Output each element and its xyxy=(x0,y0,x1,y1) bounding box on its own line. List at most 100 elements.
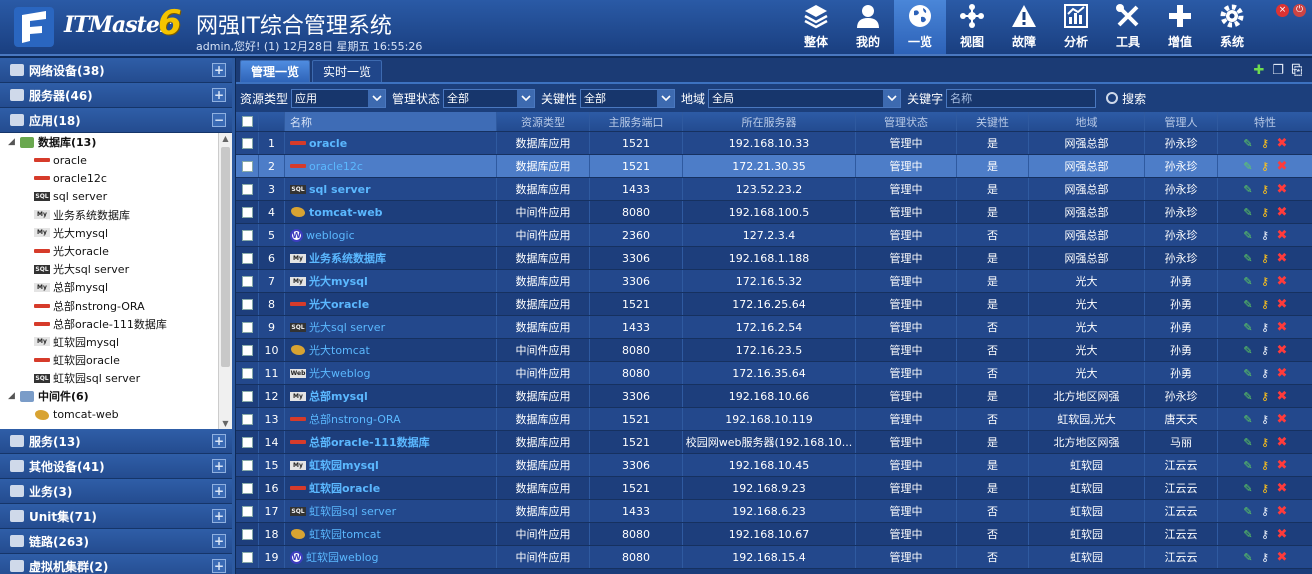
row-checkbox[interactable] xyxy=(236,155,259,177)
key-icon[interactable]: ⚷ xyxy=(1259,321,1271,334)
table-row[interactable]: 9 SQL 光大sql server 数据库应用 1433 172.16.2.54 管理中否… xyxy=(236,316,1312,339)
row-checkbox[interactable] xyxy=(236,362,259,384)
delete-icon[interactable]: ✖ xyxy=(1276,528,1288,541)
nav-system[interactable]: 系统 xyxy=(1206,0,1258,54)
resource-name-link[interactable]: 光大sql server xyxy=(309,319,385,335)
sidebar-category[interactable]: 业务(3) + xyxy=(0,479,232,504)
table-row[interactable]: 14 总部oracle-111数据库 数据库应用 1521 校园网web服务器(192.… xyxy=(236,431,1312,454)
key-icon[interactable]: ⚷ xyxy=(1259,390,1271,403)
key-icon[interactable]: ⚷ xyxy=(1259,206,1271,219)
table-row[interactable]: 17 SQL 虹软园sql server 数据库应用 1433 192.168.6.23 管… xyxy=(236,500,1312,523)
row-checkbox[interactable] xyxy=(236,201,259,223)
sidebar-category[interactable]: 链路(263) + xyxy=(0,529,232,554)
resource-name-cell[interactable]: 光大oracle xyxy=(285,293,497,315)
resource-name-link[interactable]: 总部mysql xyxy=(309,388,368,404)
key-icon[interactable]: ⚷ xyxy=(1259,436,1271,449)
sidebar-category[interactable]: 虚拟机集群(2) + xyxy=(0,554,232,574)
key-icon[interactable]: ⚷ xyxy=(1259,183,1271,196)
chevron-down-icon[interactable] xyxy=(883,89,901,107)
edit-icon[interactable]: ✎ xyxy=(1242,137,1254,150)
filter-status-select[interactable]: 全部 xyxy=(443,88,536,108)
chevron-down-icon[interactable] xyxy=(657,89,675,107)
resource-name-link[interactable]: 光大tomcat xyxy=(309,342,370,358)
delete-icon[interactable]: ✖ xyxy=(1276,436,1288,449)
scroll-up-icon[interactable]: ▲ xyxy=(221,134,230,143)
table-row[interactable]: 4 tomcat-web 中间件应用 8080 192.168.100.5 管理中是网强总… xyxy=(236,201,1312,224)
col-status-header[interactable]: 管理状态 xyxy=(856,112,957,131)
tab-realtime-overview[interactable]: 实时一览 xyxy=(312,60,383,82)
key-icon[interactable]: ⚷ xyxy=(1259,367,1271,380)
table-row[interactable]: 16 虹软园oracle 数据库应用 1521 192.168.9.23 管理中是虹软园江… xyxy=(236,477,1312,500)
nav-mine[interactable]: 我的 xyxy=(842,0,894,54)
tree-item[interactable]: 总部nstrong-ORA xyxy=(0,297,232,315)
expand-icon[interactable]: + xyxy=(212,434,226,448)
resource-name-link[interactable]: 总部nstrong-ORA xyxy=(309,411,401,427)
nav-analysis[interactable]: 分析 xyxy=(1050,0,1102,54)
table-row[interactable]: 8 光大oracle 数据库应用 1521 172.16.25.64 管理中是光大 孙勇 ✎ ⚷… xyxy=(236,293,1312,316)
tree-item[interactable]: My 总部mysql xyxy=(0,278,232,296)
edit-icon[interactable]: ✎ xyxy=(1242,482,1254,495)
row-checkbox[interactable] xyxy=(236,477,259,499)
filter-region-select[interactable]: 全局 xyxy=(708,88,902,108)
resource-name-cell[interactable]: My 虹软园mysql xyxy=(285,454,497,476)
sidebar-category-server[interactable]: 服务器(46) + xyxy=(0,83,232,108)
resource-name-link[interactable]: sql server xyxy=(309,183,371,196)
resource-name-cell[interactable]: 总部nstrong-ORA xyxy=(285,408,497,430)
resource-name-cell[interactable]: My 光大mysql xyxy=(285,270,497,292)
table-row[interactable]: 12 My 总部mysql 数据库应用 3306 192.168.10.66 管理中是北方地… xyxy=(236,385,1312,408)
delete-icon[interactable]: ✖ xyxy=(1276,505,1288,518)
delete-icon[interactable]: ✖ xyxy=(1276,206,1288,219)
edit-icon[interactable]: ✎ xyxy=(1242,229,1254,242)
edit-icon[interactable]: ✎ xyxy=(1242,390,1254,403)
resource-name-link[interactable]: weblogic xyxy=(306,229,355,242)
table-row[interactable]: 3 SQL sql server 数据库应用 1433 123.52.23.2 管理中是网强… xyxy=(236,178,1312,201)
col-name-header[interactable]: 名称 xyxy=(285,112,497,131)
resource-name-link[interactable]: 光大weblog xyxy=(309,365,371,381)
col-port-header[interactable]: 主服务端口 xyxy=(590,112,683,131)
delete-icon[interactable]: ✖ xyxy=(1276,367,1288,380)
tree-item[interactable]: 光大oracle xyxy=(0,242,232,260)
resource-name-link[interactable]: 总部oracle-111数据库 xyxy=(309,434,430,450)
expand-icon[interactable]: + xyxy=(212,484,226,498)
tree-item[interactable]: My 业务系统数据库 xyxy=(0,206,232,224)
col-server-header[interactable]: 所在服务器 xyxy=(683,112,856,131)
nav-overall[interactable]: 整体 xyxy=(790,0,842,54)
scroll-down-icon[interactable]: ▼ xyxy=(221,419,230,428)
tab-management-overview[interactable]: 管理一览 xyxy=(240,60,311,82)
table-row[interactable]: 2 oracle12c 数据库应用 1521 172.21.30.35 管理中是网强总部孙… xyxy=(236,155,1312,178)
key-icon[interactable]: ⚷ xyxy=(1259,298,1271,311)
row-checkbox[interactable] xyxy=(236,523,259,545)
resource-name-cell[interactable]: tomcat-web xyxy=(285,201,497,223)
row-checkbox[interactable] xyxy=(236,431,259,453)
tree-item[interactable]: 总部oracle-111数据库 xyxy=(0,315,232,333)
copy-icon[interactable]: ❐ xyxy=(1271,64,1285,78)
key-icon[interactable]: ⚷ xyxy=(1259,505,1271,518)
col-type-header[interactable]: 资源类型 xyxy=(497,112,590,131)
key-icon[interactable]: ⚷ xyxy=(1259,275,1271,288)
resource-name-link[interactable]: 光大oracle xyxy=(309,296,369,312)
tree-item[interactable]: SQL sql server xyxy=(0,187,232,205)
table-row[interactable]: 5 Wweblogic 中间件应用 2360 127.2.3.4 管理中否网强总部 孙永珍 ✎… xyxy=(236,224,1312,247)
resource-name-link[interactable]: 虹软园sql server xyxy=(309,503,396,519)
sidebar-category-network[interactable]: 网络设备(38) + xyxy=(0,58,232,83)
key-icon[interactable]: ⚷ xyxy=(1259,252,1271,265)
edit-icon[interactable]: ✎ xyxy=(1242,206,1254,219)
logout-icon[interactable]: ⏻ xyxy=(1293,4,1306,17)
chevron-down-icon[interactable] xyxy=(517,89,535,107)
resource-name-cell[interactable]: oracle12c xyxy=(285,155,497,177)
row-checkbox[interactable] xyxy=(236,224,259,246)
resource-name-cell[interactable]: 光大tomcat xyxy=(285,339,497,361)
row-checkbox[interactable] xyxy=(236,408,259,430)
table-row[interactable]: 19 W 虹软园weblog 中间件应用 8080 192.168.15.4 管理中否虹软园… xyxy=(236,546,1312,569)
col-admin-header[interactable]: 管理人 xyxy=(1145,112,1218,131)
filter-key-select[interactable]: 全部 xyxy=(580,88,676,108)
row-checkbox[interactable] xyxy=(236,316,259,338)
tree-scrollbar[interactable]: ▲ ▼ xyxy=(218,133,232,429)
keyword-input[interactable]: 名称 xyxy=(946,88,1097,108)
tree-item[interactable]: 虹软园oracle xyxy=(0,351,232,369)
expand-icon[interactable]: + xyxy=(212,509,226,523)
edit-icon[interactable]: ✎ xyxy=(1242,298,1254,311)
key-icon[interactable]: ⚷ xyxy=(1259,344,1271,357)
key-icon[interactable]: ⚷ xyxy=(1259,528,1271,541)
edit-icon[interactable]: ✎ xyxy=(1242,505,1254,518)
